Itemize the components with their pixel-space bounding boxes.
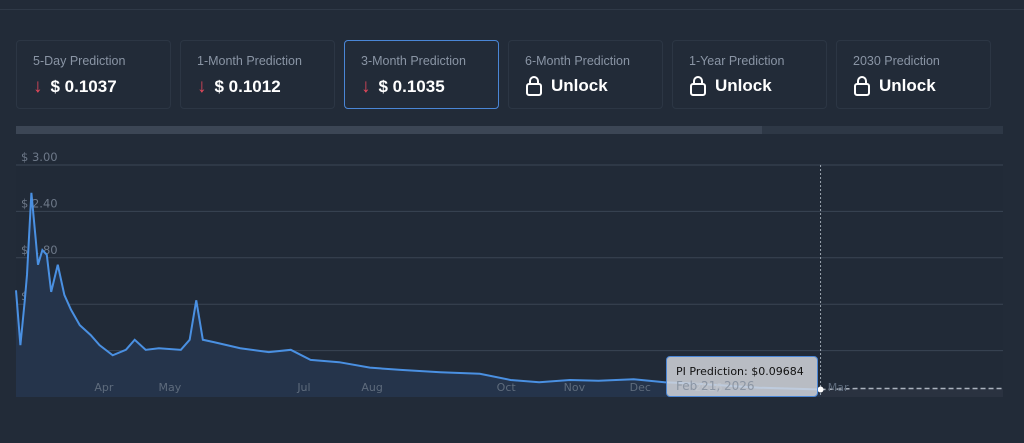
card-value: Unlock: [879, 76, 936, 95]
x-tick-label: Aug: [361, 381, 382, 394]
card-value: $ 0.1035: [378, 77, 445, 96]
lock-icon: [689, 76, 707, 96]
top-divider: [0, 9, 1024, 10]
prediction-cards: 5-Day Prediction ↓ $ 0.1037 1-Month Predict…: [16, 40, 991, 109]
y-tick-label: $ 3.00: [21, 150, 58, 164]
card-value: Unlock: [551, 76, 608, 95]
chart-scrollbar[interactable]: [16, 126, 1003, 134]
tooltip-date: Feb 21, 2026: [676, 379, 755, 393]
card-label: 1-Month Prediction: [197, 54, 302, 68]
x-tick-label: May: [159, 381, 182, 394]
x-tick-label: Nov: [564, 381, 586, 394]
card-label: 1-Year Prediction: [689, 54, 785, 68]
x-tick-label: Mar: [828, 381, 849, 394]
arrow-down-icon: ↓: [361, 76, 371, 97]
hover-point: [817, 386, 824, 393]
card-label: 2030 Prediction: [853, 54, 940, 68]
chart-tooltip: PI Prediction: $0.09684 Feb 21, 2026: [666, 356, 818, 397]
y-tick-label: $ 1.80: [21, 243, 58, 257]
lock-icon: [525, 76, 543, 96]
card-label: 3-Month Prediction: [361, 54, 466, 68]
prediction-card[interactable]: 2030 Prediction Unlock: [836, 40, 991, 109]
x-tick-label: Apr: [94, 381, 114, 394]
x-tick-label: Jul: [296, 381, 310, 394]
arrow-down-icon: ↓: [197, 76, 207, 97]
card-value: Unlock: [715, 76, 772, 95]
price-chart[interactable]: $ 0.6000$ 1.20$ 1.80$ 2.40$ 3.00AprMayJu…: [0, 140, 1024, 410]
lock-icon: [853, 76, 871, 96]
arrow-down-icon: ↓: [33, 76, 43, 97]
prediction-card[interactable]: 1-Month Prediction ↓ $ 0.1012: [180, 40, 335, 109]
card-value: $ 0.1037: [50, 77, 117, 96]
prediction-card[interactable]: 6-Month Prediction Unlock: [508, 40, 663, 109]
card-value: $ 0.1012: [214, 77, 281, 96]
y-tick-label: $ 2.40: [21, 196, 58, 210]
card-label: 6-Month Prediction: [525, 54, 630, 68]
scrollbar-thumb[interactable]: [16, 126, 762, 134]
prediction-card[interactable]: 3-Month Prediction ↓ $ 0.1035: [344, 40, 499, 109]
tooltip-title: PI Prediction: $0.09684: [676, 365, 804, 378]
card-label: 5-Day Prediction: [33, 54, 126, 68]
x-tick-label: Oct: [497, 381, 517, 394]
prediction-card[interactable]: 1-Year Prediction Unlock: [672, 40, 827, 109]
x-tick-label: Dec: [630, 381, 651, 394]
prediction-card[interactable]: 5-Day Prediction ↓ $ 0.1037: [16, 40, 171, 109]
